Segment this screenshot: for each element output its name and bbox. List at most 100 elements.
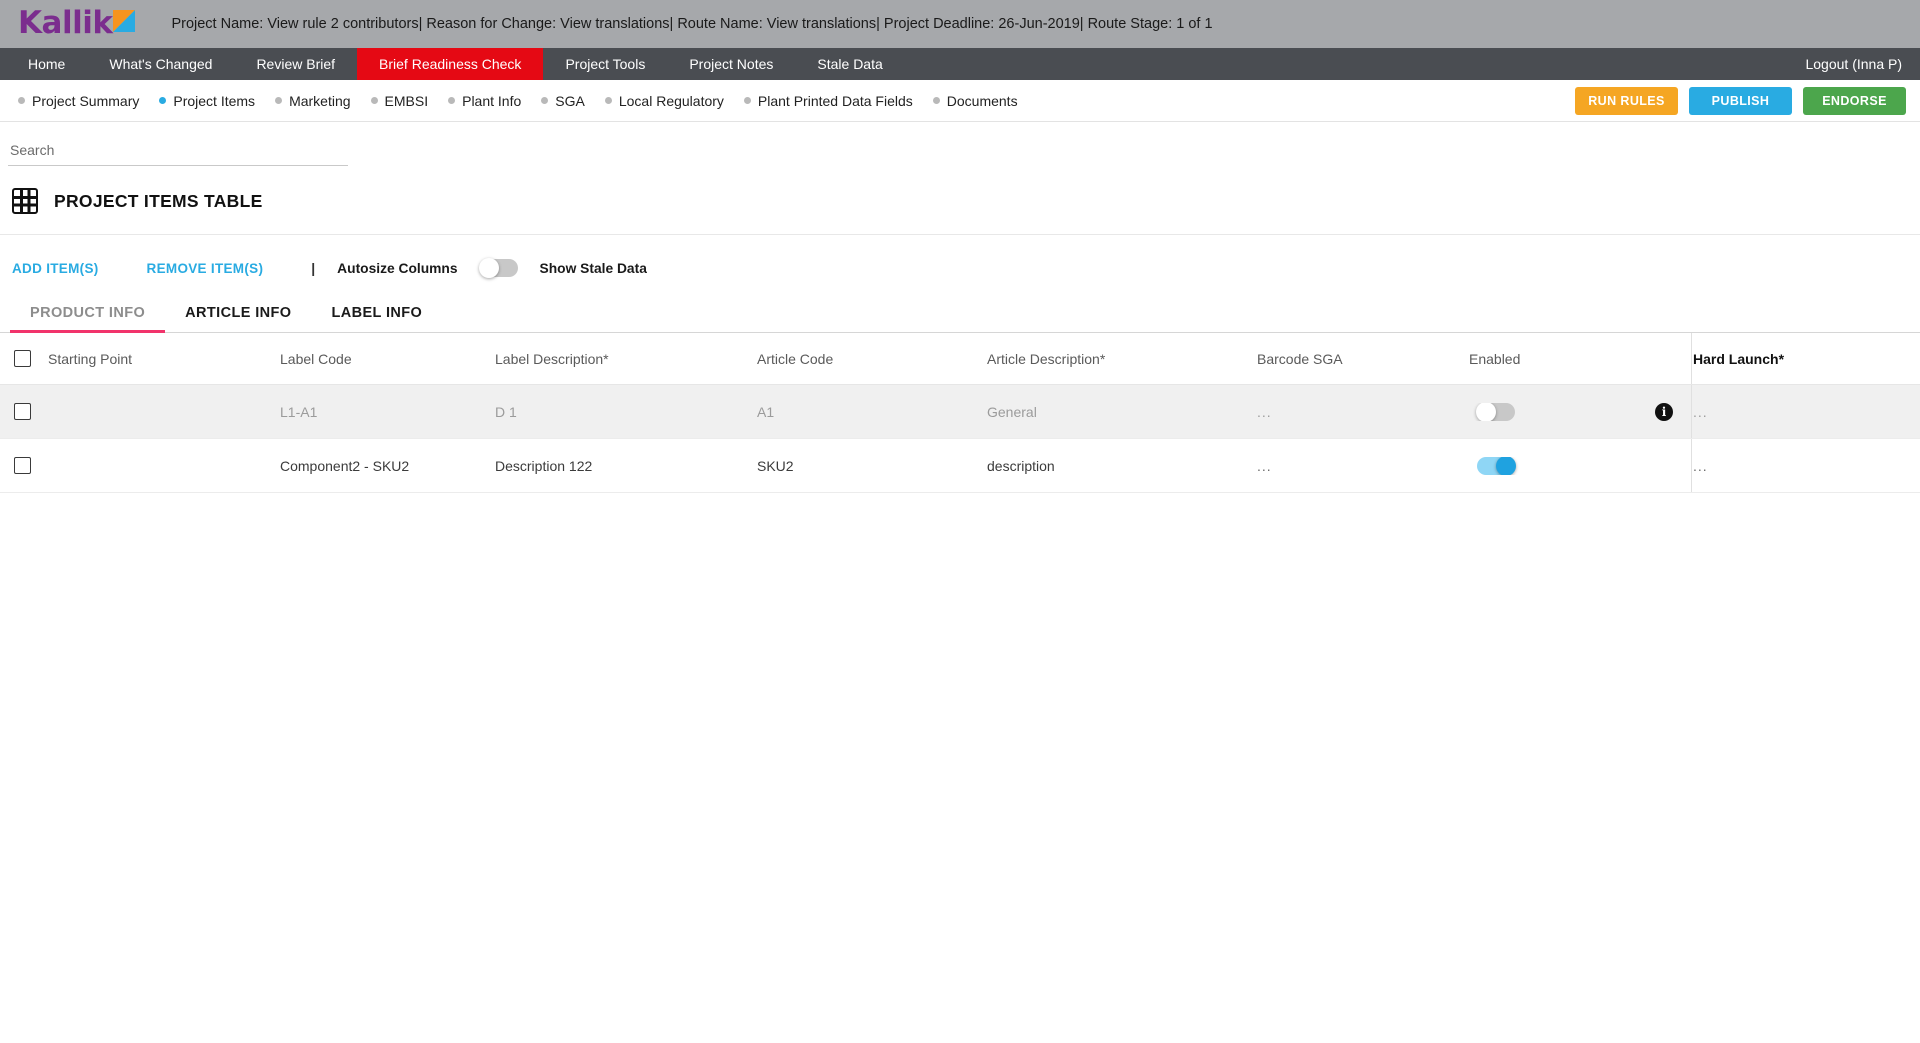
status-dot-icon [18,97,25,104]
autosize-columns-label: Autosize Columns [337,260,458,276]
subnav-item-local-regulatory[interactable]: Local Regulatory [595,93,734,109]
row-enabled-toggle[interactable] [1477,456,1516,475]
nav-item-home[interactable]: Home [6,48,87,80]
nav-item-stale-data[interactable]: Stale Data [795,48,904,80]
cell-label-description: Description 122 [495,457,593,474]
column-header-article-description[interactable]: Article Description* [985,351,1255,367]
subnav-label: Marketing [289,92,351,109]
nav-item-brief-readiness-check[interactable]: Brief Readiness Check [357,48,544,80]
info-icon[interactable]: i [1655,402,1673,421]
table-toolbar: ADD ITEM(S) REMOVE ITEM(S) | Autosize Co… [0,235,1920,291]
cell-article-description: General [987,403,1037,420]
cell-label-code: Component2 - SKU2 [280,457,410,474]
cell-barcode-sga[interactable]: ... [1255,458,1467,474]
table-header-row: Starting Point Label Code Label Descript… [0,333,1920,385]
status-dot-icon [743,97,751,104]
toolbar-divider: | [311,260,316,276]
subnav-label: Project Summary [32,92,140,109]
row-enabled-toggle[interactable] [1476,402,1515,421]
subnav-item-plant-info[interactable]: Plant Info [438,93,531,109]
subnav-item-plant-printed-data-fields[interactable]: Plant Printed Data Fields [734,93,923,109]
show-stale-data-label: Show Stale Data [539,260,647,276]
cell-article-description: description [987,457,1055,474]
cell-hard-launch[interactable]: ... [1657,404,1857,420]
logout-link[interactable]: Logout (Inna P) [1795,48,1912,80]
subnav-label: Plant Info [462,92,522,109]
search-input[interactable] [8,138,348,166]
search-area [0,122,1920,166]
logo-mark-icon [113,9,136,32]
column-header-enabled[interactable]: Enabled [1467,351,1657,367]
top-bar: Kallik Project Name: View rule 2 contrib… [0,0,1920,48]
status-dot-icon [541,97,549,104]
row-checkbox[interactable] [14,457,31,474]
column-header-article-code[interactable]: Article Code [755,351,985,367]
select-all-cell [0,350,46,367]
run-rules-button[interactable]: RUN RULES [1575,86,1678,115]
column-divider [1691,333,1692,384]
cell-article-code: A1 [757,403,775,420]
cell-enabled [1467,456,1657,475]
column-header-label-description[interactable]: Label Description* [493,351,755,367]
status-dot-icon [448,97,456,104]
row-select-cell [0,457,46,474]
row-select-cell [0,403,46,420]
status-dot-icon [604,97,612,104]
publish-button[interactable]: PUBLISH [1689,86,1792,115]
status-dot-icon [159,97,167,104]
project-items-table: Starting Point Label Code Label Descript… [0,333,1920,493]
cell-enabled [1467,402,1657,421]
subnav-label: EMBSI [384,92,429,109]
select-all-checkbox[interactable] [14,350,31,367]
cell-label-description: D 1 [495,403,517,420]
endorse-button[interactable]: ENDORSE [1803,86,1906,115]
kallik-logo: Kallik [18,4,136,41]
subnav-label: Project Items [173,92,256,109]
cell-label-code: L1-A1 [280,403,318,420]
status-dot-icon [370,97,378,104]
project-metadata: Project Name: View rule 2 contributors| … [171,16,1213,32]
nav-item-review-brief[interactable]: Review Brief [234,48,357,80]
subnav-label: SGA [555,92,585,109]
column-header-starting-point[interactable]: Starting Point [46,351,278,367]
tab-article-info[interactable]: ARTICLE INFO [165,297,311,332]
nav-item-project-notes[interactable]: Project Notes [667,48,795,80]
sub-navigation: Project Summary Project Items Marketing … [0,80,1920,122]
main-navigation: Home What's Changed Review Brief Brief R… [0,48,1920,80]
nav-item-project-tools[interactable]: Project Tools [543,48,667,80]
subnav-item-project-items[interactable]: Project Items [149,93,265,109]
subnav-actions: RUN RULES PUBLISH ENDORSE [1575,86,1906,115]
nav-item-whats-changed[interactable]: What's Changed [87,48,234,80]
status-dot-icon [275,97,283,104]
table-row[interactable]: Component2 - SKU2 Description 122 SKU2 d… [0,439,1920,493]
page-title: PROJECT ITEMS TABLE [54,190,263,211]
table-tabs: PRODUCT INFO ARTICLE INFO LABEL INFO [0,297,1920,333]
add-items-button[interactable]: ADD ITEM(S) [12,261,99,276]
cell-article-code: SKU2 [757,457,794,474]
column-divider [1691,439,1692,492]
remove-items-button[interactable]: REMOVE ITEM(S) [147,261,264,276]
autosize-columns-toggle[interactable] [478,258,518,278]
row-checkbox[interactable] [14,403,31,420]
column-header-hard-launch[interactable]: Hard Launch* [1657,351,1857,367]
subnav-item-sga[interactable]: SGA [531,93,595,109]
column-divider [1691,385,1692,438]
subnav-label: Documents [946,92,1018,109]
logo-text: Kallik [18,4,113,41]
status-dot-icon [932,97,940,104]
subnav-item-documents[interactable]: Documents [923,93,1028,109]
subnav-label: Plant Printed Data Fields [757,92,913,109]
column-header-label-code[interactable]: Label Code [278,351,493,367]
subnav-item-embsi[interactable]: EMBSI [361,93,439,109]
subnav-item-project-summary[interactable]: Project Summary [8,93,149,109]
cell-hard-launch[interactable]: ... [1657,458,1857,474]
panel-header: PROJECT ITEMS TABLE [0,166,1920,235]
tab-product-info[interactable]: PRODUCT INFO [10,297,166,333]
tab-label-info[interactable]: LABEL INFO [311,297,442,332]
column-header-barcode-sga[interactable]: Barcode SGA [1255,351,1467,367]
subnav-label: Local Regulatory [618,92,724,109]
table-grid-icon [12,188,38,214]
subnav-item-marketing[interactable]: Marketing [265,93,360,109]
table-row[interactable]: L1-A1 D 1 A1 General ... i ... [0,385,1920,439]
cell-barcode-sga[interactable]: ... [1255,404,1467,420]
